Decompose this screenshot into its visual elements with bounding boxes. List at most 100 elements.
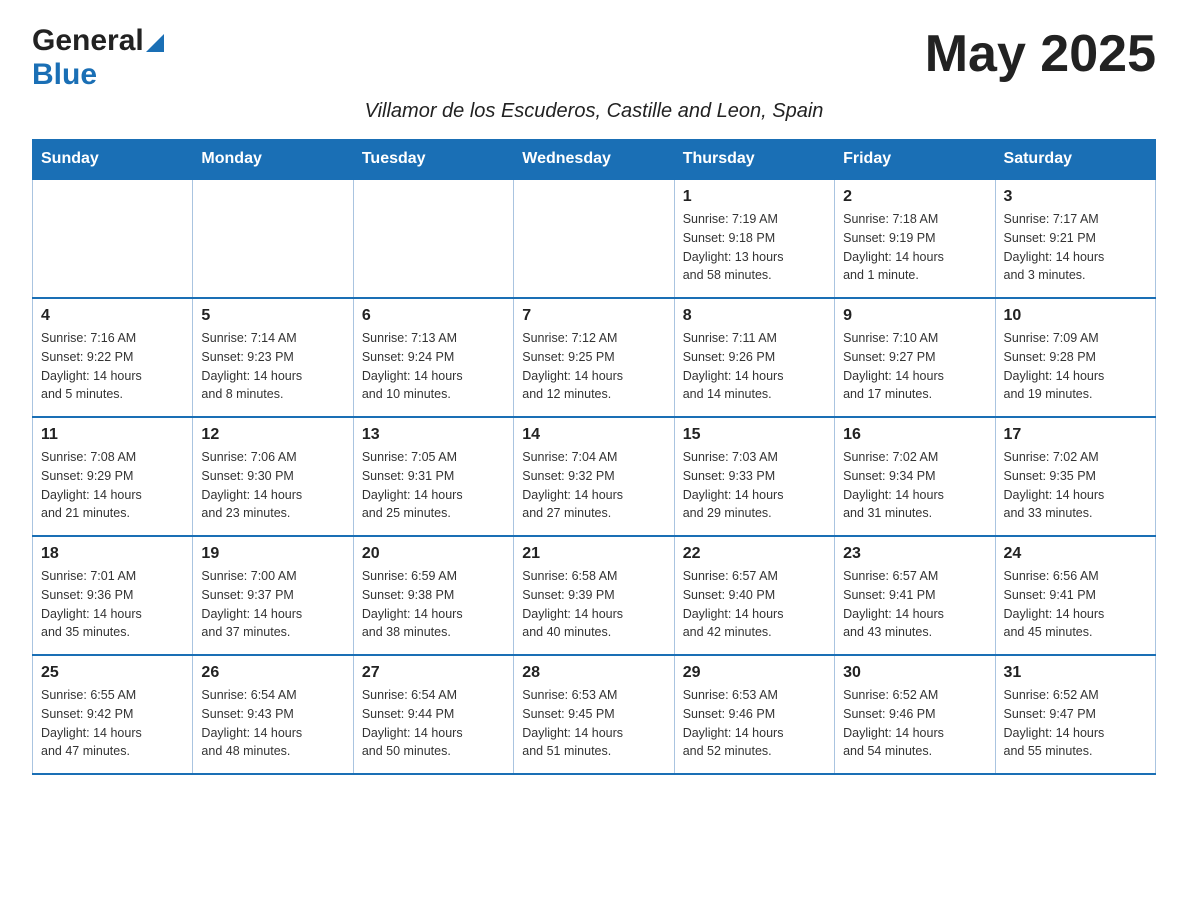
calendar-day-cell: 3 Sunrise: 7:17 AM Sunset: 9:21 PM Daylig… xyxy=(995,179,1155,298)
day-number: 13 xyxy=(362,426,505,444)
day-info: Sunrise: 6:53 AM Sunset: 9:45 PM Dayligh… xyxy=(522,686,665,761)
calendar-week-row: 11 Sunrise: 7:08 AM Sunset: 9:29 PM Dayli… xyxy=(33,417,1156,536)
day-info: Sunrise: 6:56 AM Sunset: 9:41 PM Dayligh… xyxy=(1004,567,1147,642)
day-info: Sunrise: 7:06 AM Sunset: 9:30 PM Dayligh… xyxy=(201,448,344,523)
calendar-day-cell: 24 Sunrise: 6:56 AM Sunset: 9:41 PM Dayli… xyxy=(995,536,1155,655)
day-info: Sunrise: 7:14 AM Sunset: 9:23 PM Dayligh… xyxy=(201,329,344,404)
calendar-day-cell: 26 Sunrise: 6:54 AM Sunset: 9:43 PM Dayli… xyxy=(193,655,353,774)
day-info: Sunrise: 7:13 AM Sunset: 9:24 PM Dayligh… xyxy=(362,329,505,404)
day-of-week-header: Saturday xyxy=(995,140,1155,180)
day-number: 29 xyxy=(683,664,826,682)
calendar-day-cell: 15Sunrise: 7:03 AM Sunset: 9:33 PM Dayli… xyxy=(674,417,834,536)
day-info: Sunrise: 7:09 AM Sunset: 9:28 PM Dayligh… xyxy=(1004,329,1147,404)
logo-general-text: General xyxy=(32,24,144,58)
calendar-day-cell: 14Sunrise: 7:04 AM Sunset: 9:32 PM Dayli… xyxy=(514,417,674,536)
calendar-header-row: SundayMondayTuesdayWednesdayThursdayFrid… xyxy=(33,140,1156,180)
day-number: 22 xyxy=(683,545,826,563)
day-number: 4 xyxy=(41,307,184,325)
day-info: Sunrise: 7:12 AM Sunset: 9:25 PM Dayligh… xyxy=(522,329,665,404)
day-number: 7 xyxy=(522,307,665,325)
day-info: Sunrise: 7:16 AM Sunset: 9:22 PM Dayligh… xyxy=(41,329,184,404)
day-number: 11 xyxy=(41,426,184,444)
calendar-day-cell: 30 Sunrise: 6:52 AM Sunset: 9:46 PM Dayli… xyxy=(835,655,995,774)
day-info: Sunrise: 7:02 AM Sunset: 9:34 PM Dayligh… xyxy=(843,448,986,523)
day-number: 2 xyxy=(843,188,986,206)
day-info: Sunrise: 6:54 AM Sunset: 9:43 PM Dayligh… xyxy=(201,686,344,761)
day-number: 8 xyxy=(683,307,826,325)
day-number: 12 xyxy=(201,426,344,444)
day-number: 19 xyxy=(201,545,344,563)
calendar-day-cell: 9 Sunrise: 7:10 AM Sunset: 9:27 PM Daylig… xyxy=(835,298,995,417)
day-number: 17 xyxy=(1004,426,1147,444)
calendar-week-row: 4 Sunrise: 7:16 AM Sunset: 9:22 PM Daylig… xyxy=(33,298,1156,417)
calendar-day-cell: 17 Sunrise: 7:02 AM Sunset: 9:35 PM Dayli… xyxy=(995,417,1155,536)
calendar-day-cell: 19 Sunrise: 7:00 AM Sunset: 9:37 PM Dayli… xyxy=(193,536,353,655)
calendar-day-cell xyxy=(193,179,353,298)
day-number: 10 xyxy=(1004,307,1147,325)
day-number: 9 xyxy=(843,307,986,325)
month-title: May 2025 xyxy=(925,24,1156,84)
calendar-week-row: 18 Sunrise: 7:01 AM Sunset: 9:36 PM Dayli… xyxy=(33,536,1156,655)
calendar-table: SundayMondayTuesdayWednesdayThursdayFrid… xyxy=(32,139,1156,775)
day-number: 18 xyxy=(41,545,184,563)
day-of-week-header: Monday xyxy=(193,140,353,180)
calendar-day-cell xyxy=(514,179,674,298)
day-info: Sunrise: 6:55 AM Sunset: 9:42 PM Dayligh… xyxy=(41,686,184,761)
day-number: 30 xyxy=(843,664,986,682)
day-number: 31 xyxy=(1004,664,1147,682)
calendar-day-cell: 4 Sunrise: 7:16 AM Sunset: 9:22 PM Daylig… xyxy=(33,298,193,417)
day-number: 26 xyxy=(201,664,344,682)
calendar-day-cell: 20 Sunrise: 6:59 AM Sunset: 9:38 PM Dayli… xyxy=(353,536,513,655)
day-info: Sunrise: 6:58 AM Sunset: 9:39 PM Dayligh… xyxy=(522,567,665,642)
calendar-day-cell: 28Sunrise: 6:53 AM Sunset: 9:45 PM Dayli… xyxy=(514,655,674,774)
day-info: Sunrise: 6:52 AM Sunset: 9:47 PM Dayligh… xyxy=(1004,686,1147,761)
day-info: Sunrise: 7:05 AM Sunset: 9:31 PM Dayligh… xyxy=(362,448,505,523)
calendar-day-cell: 16 Sunrise: 7:02 AM Sunset: 9:34 PM Dayli… xyxy=(835,417,995,536)
day-number: 1 xyxy=(683,188,826,206)
calendar-day-cell: 12 Sunrise: 7:06 AM Sunset: 9:30 PM Dayli… xyxy=(193,417,353,536)
calendar-day-cell: 27Sunrise: 6:54 AM Sunset: 9:44 PM Dayli… xyxy=(353,655,513,774)
day-number: 14 xyxy=(522,426,665,444)
calendar-day-cell xyxy=(353,179,513,298)
calendar-week-row: 1 Sunrise: 7:19 AM Sunset: 9:18 PM Daylig… xyxy=(33,179,1156,298)
calendar-day-cell: 13 Sunrise: 7:05 AM Sunset: 9:31 PM Dayli… xyxy=(353,417,513,536)
calendar-day-cell: 5 Sunrise: 7:14 AM Sunset: 9:23 PM Daylig… xyxy=(193,298,353,417)
day-number: 20 xyxy=(362,545,505,563)
day-info: Sunrise: 7:00 AM Sunset: 9:37 PM Dayligh… xyxy=(201,567,344,642)
day-info: Sunrise: 6:57 AM Sunset: 9:41 PM Dayligh… xyxy=(843,567,986,642)
calendar-day-cell: 8Sunrise: 7:11 AM Sunset: 9:26 PM Daylig… xyxy=(674,298,834,417)
day-info: Sunrise: 7:19 AM Sunset: 9:18 PM Dayligh… xyxy=(683,210,826,285)
day-number: 16 xyxy=(843,426,986,444)
logo-blue-text: Blue xyxy=(32,58,97,92)
calendar-day-cell: 23 Sunrise: 6:57 AM Sunset: 9:41 PM Dayli… xyxy=(835,536,995,655)
day-of-week-header: Friday xyxy=(835,140,995,180)
day-info: Sunrise: 7:01 AM Sunset: 9:36 PM Dayligh… xyxy=(41,567,184,642)
day-of-week-header: Thursday xyxy=(674,140,834,180)
day-info: Sunrise: 7:02 AM Sunset: 9:35 PM Dayligh… xyxy=(1004,448,1147,523)
day-info: Sunrise: 7:08 AM Sunset: 9:29 PM Dayligh… xyxy=(41,448,184,523)
day-number: 25 xyxy=(41,664,184,682)
day-info: Sunrise: 7:10 AM Sunset: 9:27 PM Dayligh… xyxy=(843,329,986,404)
calendar-day-cell: 31 Sunrise: 6:52 AM Sunset: 9:47 PM Dayli… xyxy=(995,655,1155,774)
day-info: Sunrise: 7:03 AM Sunset: 9:33 PM Dayligh… xyxy=(683,448,826,523)
day-of-week-header: Wednesday xyxy=(514,140,674,180)
calendar-day-cell: 7 Sunrise: 7:12 AM Sunset: 9:25 PM Daylig… xyxy=(514,298,674,417)
calendar-day-cell: 10 Sunrise: 7:09 AM Sunset: 9:28 PM Dayli… xyxy=(995,298,1155,417)
day-info: Sunrise: 6:52 AM Sunset: 9:46 PM Dayligh… xyxy=(843,686,986,761)
calendar-day-cell xyxy=(33,179,193,298)
calendar-day-cell: 21Sunrise: 6:58 AM Sunset: 9:39 PM Dayli… xyxy=(514,536,674,655)
day-info: Sunrise: 7:18 AM Sunset: 9:19 PM Dayligh… xyxy=(843,210,986,285)
calendar-day-cell: 11 Sunrise: 7:08 AM Sunset: 9:29 PM Dayli… xyxy=(33,417,193,536)
day-number: 24 xyxy=(1004,545,1147,563)
day-number: 5 xyxy=(201,307,344,325)
day-info: Sunrise: 6:54 AM Sunset: 9:44 PM Dayligh… xyxy=(362,686,505,761)
day-info: Sunrise: 6:59 AM Sunset: 9:38 PM Dayligh… xyxy=(362,567,505,642)
calendar-day-cell: 6 Sunrise: 7:13 AM Sunset: 9:24 PM Daylig… xyxy=(353,298,513,417)
day-number: 6 xyxy=(362,307,505,325)
day-number: 3 xyxy=(1004,188,1147,206)
day-number: 23 xyxy=(843,545,986,563)
logo: General Blue xyxy=(32,24,164,92)
calendar-day-cell: 2 Sunrise: 7:18 AM Sunset: 9:19 PM Daylig… xyxy=(835,179,995,298)
day-info: Sunrise: 7:17 AM Sunset: 9:21 PM Dayligh… xyxy=(1004,210,1147,285)
day-of-week-header: Sunday xyxy=(33,140,193,180)
